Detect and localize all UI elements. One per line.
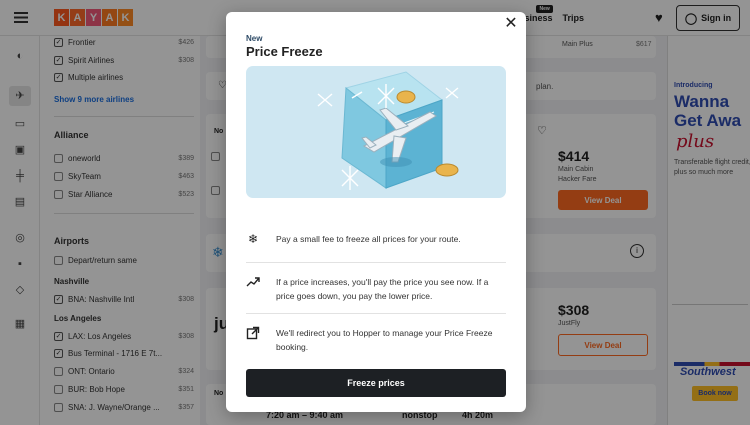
feature-row-price-change: If a price increases, you'll pay the pri…: [246, 275, 506, 303]
price-freeze-illustration: [246, 66, 506, 198]
trend-up-icon: [246, 275, 260, 289]
snowflake-icon: ❄: [247, 232, 259, 246]
feature-row-freeze: ❄ Pay a small fee to freeze all prices f…: [247, 232, 461, 246]
feature-row-hopper: We'll redirect you to Hopper to manage y…: [246, 326, 506, 354]
modal-title: Price Freeze: [246, 44, 323, 59]
price-freeze-modal: ✕ New Price Freeze ❄ Pay a small fee to …: [226, 12, 526, 412]
ice-cube-airplane-illustration: [317, 71, 459, 190]
modal-eyebrow: New: [246, 34, 263, 43]
close-icon[interactable]: ✕: [504, 16, 518, 32]
freeze-prices-button[interactable]: Freeze prices: [246, 369, 506, 397]
external-link-icon: [246, 326, 260, 340]
